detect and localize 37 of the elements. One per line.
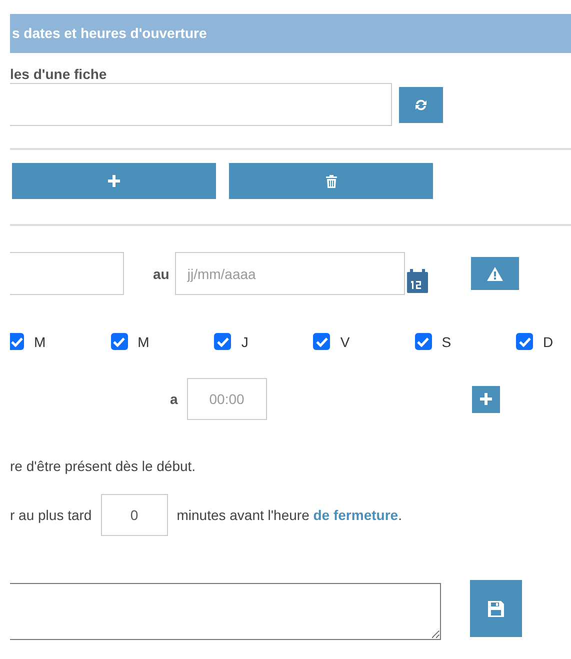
warning-icon xyxy=(487,266,504,280)
day-label: M xyxy=(138,334,150,350)
day-checkbox[interactable] xyxy=(214,333,232,350)
date-to-field[interactable]: jj/mm/aaaa xyxy=(175,252,406,295)
delay-text: minutes avant l'heure de fermeture. xyxy=(176,507,402,523)
trash-icon xyxy=(326,174,336,188)
delay-label: r au plus tard xyxy=(10,507,92,523)
add-time-button[interactable] xyxy=(472,386,500,412)
time-label: a xyxy=(170,391,178,407)
save-button[interactable] xyxy=(470,580,522,637)
day-label: V xyxy=(340,334,350,350)
day-label: M xyxy=(34,334,46,350)
date-from-field[interactable] xyxy=(10,252,124,295)
minutes-field[interactable]: 0 xyxy=(100,494,168,536)
day-label: J xyxy=(241,334,248,350)
save-icon xyxy=(488,600,504,616)
calendar-icon[interactable] xyxy=(407,268,428,292)
day-checkbox[interactable] xyxy=(313,333,330,350)
refresh-button[interactable] xyxy=(399,86,443,122)
input-field[interactable] xyxy=(10,83,392,126)
day-label: D xyxy=(543,334,554,350)
plus-icon xyxy=(108,175,120,187)
day-checkbox[interactable] xyxy=(516,333,534,350)
day-label: S xyxy=(442,334,452,350)
time-field[interactable]: 00:00 xyxy=(186,378,267,420)
section-header: s dates et heures d'ouverture xyxy=(10,14,571,53)
day-checkbox[interactable] xyxy=(414,333,432,350)
refresh-icon xyxy=(414,98,428,112)
plus-icon xyxy=(480,393,492,405)
day-checkbox[interactable] xyxy=(110,333,128,350)
day-checkbox[interactable] xyxy=(10,333,24,350)
date-separator: au xyxy=(153,266,170,282)
note-text: re d'être présent dès le début. xyxy=(10,458,197,474)
field-label: les d'une fiche xyxy=(10,65,108,83)
comment-field[interactable] xyxy=(10,583,441,640)
warning-button[interactable] xyxy=(471,257,520,290)
closing-time-link[interactable]: de fermeture xyxy=(313,507,398,523)
